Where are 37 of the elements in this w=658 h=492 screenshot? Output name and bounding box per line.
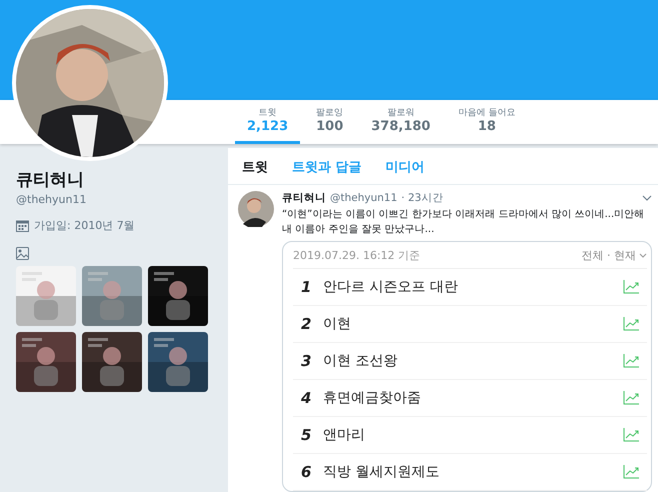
rank-number: 1 bbox=[301, 278, 312, 296]
search-term[interactable]: 안다르 시즌오프 대란 bbox=[323, 278, 623, 296]
rank-number: 6 bbox=[301, 463, 312, 481]
trend-chart-icon bbox=[623, 354, 639, 368]
tweet-time[interactable]: · 23시간 bbox=[401, 191, 444, 205]
trend-chart-icon bbox=[623, 280, 639, 294]
caret-icon[interactable] bbox=[639, 252, 647, 258]
profile-handle: @thehyun11 bbox=[16, 193, 88, 206]
trend-chart-icon bbox=[623, 391, 639, 405]
timeline-tab[interactable]: 트윗 bbox=[242, 158, 268, 176]
ranking-timestamp: 2019.07.29. 16:12 기준 bbox=[293, 248, 420, 262]
tweet-text: “이현”이라는 이름이 이쁘긴 한가보다 이래저래 드라마에서 많이 쓰이네...미안해 내 이름아 주인을 잘못 만났구나... bbox=[282, 208, 646, 237]
stat-tab[interactable]: 트윗 2,123 bbox=[235, 100, 300, 144]
trend-chart-icon bbox=[623, 317, 639, 331]
search-term[interactable]: 이현 조선왕 bbox=[323, 352, 623, 370]
trend-chart-icon bbox=[623, 465, 639, 479]
caret-icon[interactable] bbox=[642, 195, 652, 201]
calendar-icon bbox=[16, 220, 29, 232]
stat-tab[interactable]: 팔로잉 100 bbox=[304, 100, 356, 144]
trend-chart-icon bbox=[623, 428, 639, 442]
stat-tab[interactable]: 마음에 들어요 18 bbox=[446, 100, 528, 144]
search-term[interactable]: 이현 bbox=[323, 315, 623, 333]
tweet-handle[interactable]: @thehyun11 bbox=[330, 192, 398, 204]
search-term[interactable]: 앤마리 bbox=[323, 426, 623, 444]
join-date: 가입일: 2010년 7월 bbox=[34, 218, 135, 233]
rank-number: 2 bbox=[301, 315, 312, 333]
rank-number: 3 bbox=[301, 352, 312, 370]
rank-number: 5 bbox=[301, 426, 312, 444]
search-ranking-card[interactable]: 2019.07.29. 16:12 기준 전체 · 현재 1 안다르 시즌오프 대란 2 이현 3 이현 조선왕 4 휴면예금찾아줌 5 앤마리 6 직방 월세지원제도 bbox=[282, 241, 652, 492]
image-icon bbox=[16, 247, 29, 260]
ranking-filter[interactable]: 전체 · 현재 bbox=[582, 248, 647, 262]
profile-name: 큐티혀니 bbox=[16, 169, 85, 191]
search-term[interactable]: 휴면예금찾아줌 bbox=[323, 389, 623, 407]
search-term[interactable]: 직방 월세지원제도 bbox=[323, 463, 623, 481]
rank-number: 4 bbox=[301, 389, 312, 407]
stat-tab[interactable]: 팔로워 378,180 bbox=[359, 100, 442, 144]
tweet-author[interactable]: 큐티혀니 bbox=[282, 191, 326, 205]
